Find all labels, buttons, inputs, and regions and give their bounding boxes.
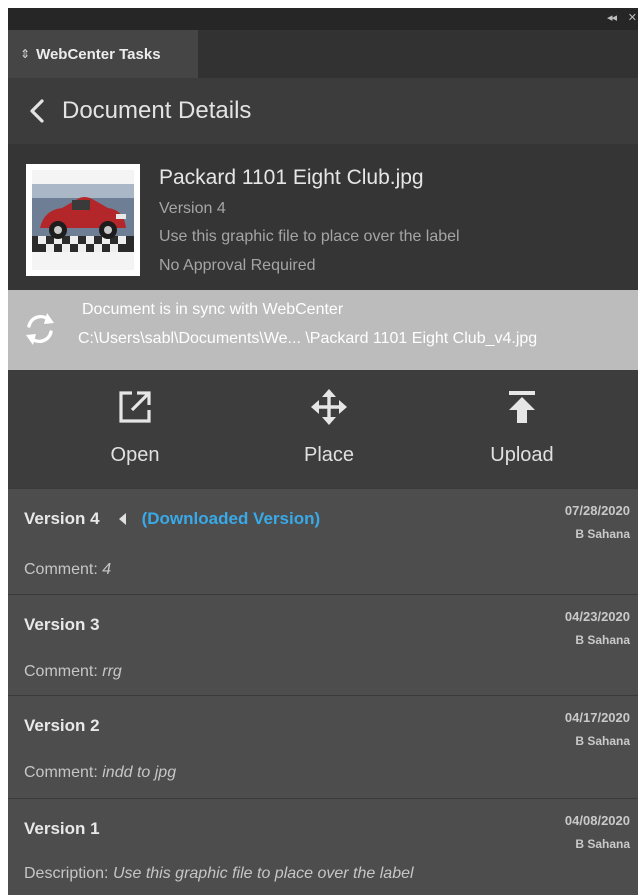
version-author: B Sahana: [575, 527, 630, 541]
back-chevron-icon[interactable]: [28, 96, 52, 126]
comment-label: Comment:: [24, 764, 98, 781]
panel-chrome: ◂◂ ✕: [8, 8, 638, 30]
comment-label: Comment:: [24, 663, 98, 680]
sync-status-text: Document is in sync with WebCenter: [82, 301, 344, 318]
place-button[interactable]: Place: [259, 370, 399, 488]
close-icon[interactable]: ✕: [628, 11, 637, 24]
action-bar: Open Place Upload: [8, 370, 638, 488]
version-date: 04/08/2020: [564, 813, 630, 828]
version-title: Version 2: [24, 716, 100, 735]
version-item[interactable]: Version 4 (Downloaded Version) 07/28/202…: [8, 488, 638, 594]
version-title: Version 4: [24, 509, 100, 528]
version-title-row: Version 4 (Downloaded Version): [24, 509, 320, 529]
place-label: Place: [303, 444, 355, 466]
version-author: B Sahana: [575, 633, 630, 647]
version-comment: Comment: rrg: [24, 663, 122, 681]
version-title: Version 3: [24, 615, 100, 634]
version-title: Version 1: [24, 819, 100, 838]
approval-status: No Approval Required: [159, 257, 316, 274]
version-author: B Sahana: [575, 734, 630, 748]
version-title-row: Version 2: [24, 716, 100, 736]
local-file-path: C:\Users\sabl\Documents\We... \Packard 1…: [78, 330, 538, 347]
document-version: Version 4: [159, 200, 226, 217]
document-name: Packard 1101 Eight Club.jpg: [159, 166, 424, 189]
document-description: Use this graphic file to place over the …: [159, 228, 460, 245]
collapse-icon[interactable]: ◂◂: [607, 11, 617, 24]
document-thumbnail: [26, 164, 140, 276]
version-description: Description: Use this graphic file to pl…: [24, 865, 414, 883]
version-author: B Sahana: [575, 837, 630, 851]
version-item[interactable]: Version 3 04/23/2020 B Sahana Comment: r…: [8, 594, 638, 695]
comment-value: 4: [102, 561, 112, 578]
version-date: 07/28/2020: [564, 503, 630, 518]
chevron-updown-icon: ⇕: [20, 47, 31, 61]
downloaded-version-label: (Downloaded Version): [141, 509, 321, 528]
version-item[interactable]: Version 2 04/17/2020 B Sahana Comment: i…: [8, 695, 638, 798]
upload-label: Upload: [490, 444, 554, 466]
page-header: Document Details: [8, 78, 638, 144]
upload-button[interactable]: Upload: [452, 370, 592, 488]
tab-bar: ⇕ WebCenter Tasks: [8, 30, 638, 78]
comment-value: rrg: [102, 663, 122, 680]
tab-webcenter-tasks[interactable]: ⇕ WebCenter Tasks: [8, 30, 198, 78]
version-item[interactable]: Version 1 04/08/2020 B Sahana Descriptio…: [8, 798, 638, 895]
move-arrows-icon: [311, 389, 347, 425]
version-title-row: Version 3: [24, 615, 100, 635]
upload-arrow-icon: [509, 391, 535, 423]
description-label: Description:: [24, 865, 109, 882]
version-comment: Comment: indd to jpg: [24, 764, 176, 782]
version-date: 04/23/2020: [564, 609, 630, 624]
car-thumbnail-icon: [32, 170, 134, 270]
sync-status-bar: Document is in sync with WebCenter C:\Us…: [8, 290, 638, 370]
open-button[interactable]: Open: [65, 370, 205, 488]
open-label: Open: [110, 444, 160, 466]
comment-label: Comment:: [24, 561, 98, 578]
webcenter-panel: ◂◂ ✕ ⇕ WebCenter Tasks Document Details: [8, 8, 638, 895]
version-comment: Comment: 4: [24, 561, 111, 579]
document-info: Packard 1101 Eight Club.jpg Version 4 Us…: [8, 144, 638, 290]
sync-icon[interactable]: [20, 309, 60, 349]
open-external-icon: [119, 391, 151, 423]
page-title: Document Details: [62, 97, 252, 124]
version-date: 04/17/2020: [564, 710, 630, 725]
version-title-row: Version 1: [24, 819, 100, 839]
caret-left-icon: [118, 513, 126, 525]
tab-label: WebCenter Tasks: [36, 45, 161, 63]
description-value: Use this graphic file to place over the …: [112, 865, 414, 882]
comment-value: indd to jpg: [102, 764, 177, 781]
